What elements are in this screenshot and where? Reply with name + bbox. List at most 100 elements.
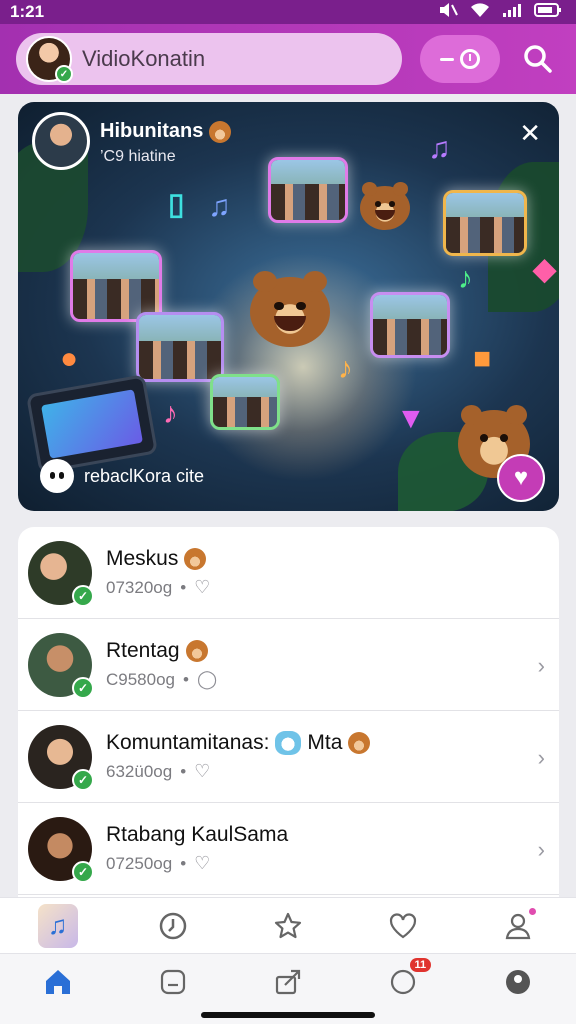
bear-emoji-icon xyxy=(185,640,208,662)
minus-icon xyxy=(440,57,454,61)
photo-tile[interactable] xyxy=(210,374,280,430)
music-note-icon: ♪ xyxy=(163,397,178,430)
list-item-title: Rtabang KaulSama xyxy=(106,823,288,847)
chevron-right-icon[interactable]: › xyxy=(538,745,545,771)
list-item-title-text: Meskus xyxy=(106,547,179,570)
list-item-title-text: Komuntamitanas: xyxy=(106,731,270,754)
list-item-subtitle: 632ü0og • ♡ xyxy=(106,761,370,782)
status-icons xyxy=(438,2,562,23)
heart-icon[interactable]: ♡ xyxy=(194,577,210,598)
search-icon xyxy=(524,45,552,73)
clock-icon xyxy=(159,912,187,939)
status-time: 1:21 xyxy=(10,2,45,21)
nav-location[interactable] xyxy=(498,962,538,1002)
list-item[interactable]: ✓ Rtentag C9580og • ◯ › xyxy=(18,619,559,711)
secondary-tab-bar: ♫ xyxy=(0,897,576,953)
avatar[interactable]: ✓ xyxy=(26,36,73,83)
list-item-subtitle: C9580og • ◯ xyxy=(106,669,217,690)
circle-shape-icon: ● xyxy=(60,342,79,375)
dot-separator: • xyxy=(180,761,187,781)
music-note-icon: ♫ xyxy=(428,132,451,165)
verified-icon: ✓ xyxy=(72,860,94,883)
timer-button[interactable] xyxy=(420,35,500,83)
heart-icon: ♥ xyxy=(513,464,529,491)
photo-tile[interactable] xyxy=(370,292,450,358)
heart-icon[interactable]: ♡ xyxy=(194,761,210,782)
profile-search-pill[interactable]: ✓ VidioKonatin xyxy=(16,33,402,85)
verified-icon: ✓ xyxy=(72,584,94,607)
home-indicator xyxy=(201,1012,375,1018)
nav-home[interactable] xyxy=(38,962,78,1002)
cat-emoji-icon xyxy=(275,731,302,755)
bear-emoji-icon xyxy=(348,732,371,754)
tab-clock[interactable] xyxy=(153,906,193,946)
avatar[interactable]: ✓ xyxy=(28,816,94,883)
list-item-subtitle: 07250og • ♡ xyxy=(106,853,288,874)
featured-card[interactable]: Hibunitans ’C9 hiatine ✕ ♫ ♫ ♪ ▯ ♪ ◆ ■ ●… xyxy=(18,102,559,511)
hero-subtitle: ’C9 hiatine xyxy=(100,148,176,165)
avatar[interactable]: ✓ xyxy=(28,540,94,607)
music-note-icon: ♪ xyxy=(338,352,353,385)
verified-icon: ✓ xyxy=(72,768,94,791)
photo-tile[interactable] xyxy=(136,312,224,382)
photo-tile[interactable] xyxy=(443,190,527,256)
tab-likes[interactable] xyxy=(383,906,423,946)
list-item-title-extra: Mta xyxy=(307,731,343,754)
nav-notifications[interactable]: 11 xyxy=(383,958,432,1002)
signal-icon xyxy=(502,2,522,23)
music-note-icon: ♫ xyxy=(208,190,231,223)
chevron-right-icon[interactable]: › xyxy=(538,837,545,863)
hero-name-text: Hibunitans xyxy=(100,120,204,142)
dot-separator: • xyxy=(180,577,187,597)
avatar[interactable]: ✓ xyxy=(28,632,94,699)
bear-emoji-icon xyxy=(184,548,207,570)
hero-channel-name: Hibunitans xyxy=(100,120,232,143)
list-item-subtitle-text: 07250og xyxy=(106,853,173,873)
hero-avatar[interactable] xyxy=(32,112,90,170)
avatar[interactable]: ✓ xyxy=(28,724,94,791)
tab-music[interactable]: ♫ xyxy=(37,903,78,948)
hero-caption: rebaclKora cite xyxy=(40,459,204,493)
square-icon: ■ xyxy=(473,342,492,375)
heart-icon[interactable]: ♡ xyxy=(194,853,210,874)
close-icon[interactable]: ✕ xyxy=(519,118,541,149)
battery-icon xyxy=(534,2,562,23)
app-header: ✓ VidioKonatin xyxy=(0,24,576,94)
list-item-title: Rtentag xyxy=(106,639,217,663)
heart-icon xyxy=(390,912,417,938)
tab-favorites[interactable] xyxy=(268,906,308,946)
list-item[interactable]: ✓ Meskus 07320og • ♡ xyxy=(18,527,559,619)
bear-mascot xyxy=(250,271,330,347)
music-note-icon: ♪ xyxy=(458,262,473,295)
mute-icon xyxy=(438,2,458,23)
like-button[interactable]: ♥ xyxy=(497,454,545,502)
tab-profile[interactable] xyxy=(498,906,538,946)
profile-icon xyxy=(506,913,531,939)
notification-badge: 11 xyxy=(409,958,432,972)
notification-dot xyxy=(529,907,537,915)
conversation-list: ✓ Meskus 07320og • ♡ ✓ Rtentag C9580og •… xyxy=(18,527,559,897)
wifi-icon xyxy=(470,2,490,23)
bear-emoji-icon xyxy=(209,120,232,143)
list-item[interactable]: ✓ Rtabang KaulSama 07250og • ♡ › xyxy=(18,803,559,895)
list-item-subtitle-text: 07320og xyxy=(106,577,173,597)
list-item-subtitle-text: C9580og xyxy=(106,669,176,689)
list-item-subtitle-text: 632ü0og xyxy=(106,761,173,781)
status-bar: 1:21 xyxy=(0,0,576,24)
list-item[interactable]: ✓ Komuntamitanas: Mta 632ü0og • ♡ › xyxy=(18,711,559,803)
verified-icon: ✓ xyxy=(72,676,94,699)
nav-messages[interactable] xyxy=(153,962,193,1002)
home-icon xyxy=(45,970,70,994)
photo-tile[interactable] xyxy=(268,157,348,223)
search-button[interactable] xyxy=(518,39,558,79)
app-title: VidioKonatin xyxy=(82,46,206,71)
triangle-icon: ▼ xyxy=(396,402,426,435)
message-icon xyxy=(160,969,185,995)
list-item-title: Komuntamitanas: Mta xyxy=(106,731,371,755)
verified-icon: ✓ xyxy=(55,65,73,83)
chat-icon[interactable]: ◯ xyxy=(197,669,217,690)
dot-separator: • xyxy=(180,853,187,873)
chevron-right-icon[interactable]: › xyxy=(538,653,545,679)
bear-mascot xyxy=(360,182,410,230)
nav-share[interactable] xyxy=(268,962,308,1002)
